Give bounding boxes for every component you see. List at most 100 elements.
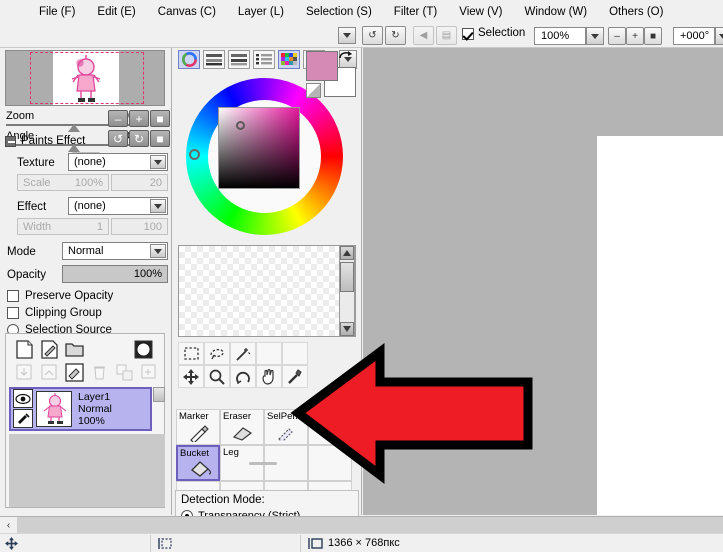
layer-mask-icon[interactable] <box>133 339 154 360</box>
scratch-pad[interactable] <box>178 245 356 337</box>
scroll-left-icon[interactable]: ‹ <box>0 517 17 533</box>
magic-wand-tool[interactable] <box>230 342 256 365</box>
selection-label: Selection <box>478 27 526 39</box>
brush-panel-grip[interactable] <box>249 462 277 465</box>
clear-layer-icon[interactable] <box>64 362 85 383</box>
navigator-preview[interactable] <box>5 50 165 106</box>
hand-tool[interactable] <box>256 365 282 388</box>
menu-layer[interactable]: Layer (L) <box>227 3 295 21</box>
rotate-tool[interactable] <box>230 365 256 388</box>
nav-zoom-in-button[interactable]: + <box>129 110 149 127</box>
zoom-dropdown-icon[interactable] <box>586 27 604 45</box>
nav-rotate-cw-button[interactable]: ↻ <box>129 130 149 147</box>
lasso-select-tool[interactable] <box>204 342 230 365</box>
brush-slot-8[interactable] <box>308 445 352 481</box>
merge-down-icon[interactable] <box>14 362 35 383</box>
swap-colors-icon[interactable] <box>338 49 354 63</box>
texture-dropdown-icon[interactable] <box>150 155 166 169</box>
zoom-reset-button[interactable]: ■ <box>644 27 662 45</box>
saturation-value-square[interactable] <box>218 107 300 189</box>
sv-marker[interactable] <box>236 121 245 130</box>
delete-layer-icon[interactable] <box>89 362 110 383</box>
scratch-scroll-down-icon[interactable] <box>340 322 354 336</box>
new-layer-icon[interactable] <box>14 339 35 360</box>
menu-window[interactable]: Window (W) <box>513 3 598 21</box>
zoom-in-button[interactable]: + <box>626 27 644 45</box>
reset-view-button[interactable]: ▤ <box>436 26 457 45</box>
zoom-value-field[interactable]: 100% <box>534 27 586 45</box>
undo-button[interactable]: ↺ <box>362 26 383 45</box>
menu-view[interactable]: View (V) <box>448 3 513 21</box>
scratch-pad-scrollbar[interactable] <box>339 245 355 337</box>
layer-thumbnail <box>36 391 72 427</box>
merge-visible-icon[interactable] <box>39 362 60 383</box>
paints-effect-collapse-icon[interactable] <box>5 136 16 147</box>
preserve-opacity-row[interactable]: Preserve Opacity <box>7 290 113 302</box>
menu-canvas[interactable]: Canvas (C) <box>147 3 227 21</box>
rect-select-tool[interactable] <box>178 342 204 365</box>
canvas-viewport[interactable] <box>363 48 723 515</box>
brush-marker[interactable]: Marker <box>176 409 220 445</box>
effect-width-field: Width 1 <box>17 218 109 235</box>
texture-label: Texture <box>17 157 55 169</box>
menu-others[interactable]: Others (O) <box>598 3 674 21</box>
layer-visibility-icon[interactable] <box>13 389 33 408</box>
brush-seleraser[interactable]: Sel <box>308 409 352 445</box>
swatches-mode-button[interactable] <box>278 50 300 69</box>
duplicate-layer-icon[interactable] <box>139 362 160 383</box>
nav-rotate-reset-button[interactable]: ■ <box>150 130 170 147</box>
layer-scroll-up-icon[interactable] <box>153 387 165 402</box>
scratch-scroll-up-icon[interactable] <box>340 246 354 260</box>
move-tool[interactable] <box>178 365 204 388</box>
preserve-opacity-checkbox[interactable] <box>7 290 19 302</box>
zoom-tool[interactable] <box>204 365 230 388</box>
redo-button[interactable]: ↻ <box>385 26 406 45</box>
zoom-slider-label: Zoom <box>6 110 35 122</box>
blend-mode-select[interactable]: Normal <box>62 242 168 260</box>
color-wheel-mode-button[interactable] <box>178 50 200 69</box>
nav-zoom-out-button[interactable]: – <box>108 110 128 127</box>
layer-list-empty-area <box>9 434 165 507</box>
canvas-page[interactable] <box>597 136 723 515</box>
brush-bucket[interactable]: Bucket <box>176 445 220 481</box>
menu-selection[interactable]: Selection (S) <box>295 3 383 21</box>
texture-select[interactable]: (none) <box>68 153 168 171</box>
layer-list-item[interactable]: Layer1 Normal 100% <box>9 387 152 431</box>
scratch-scroll-thumb[interactable] <box>340 262 354 292</box>
foreground-color-swatch[interactable] <box>306 51 338 81</box>
hsv-slider-mode-button[interactable] <box>228 50 250 69</box>
menu-filter[interactable]: Filter (T) <box>383 3 448 21</box>
transparent-color-swatch[interactable] <box>306 83 321 98</box>
horizontal-scrollbar[interactable]: ‹ <box>0 516 723 533</box>
selection-checkbox[interactable] <box>462 28 474 40</box>
blend-mode-dropdown-icon[interactable] <box>150 244 166 258</box>
new-linework-layer-icon[interactable] <box>39 339 60 360</box>
brush-eraser[interactable]: Eraser <box>220 409 264 445</box>
clipping-group-checkbox[interactable] <box>7 307 19 319</box>
brush-selpen[interactable]: SelPen <box>264 409 308 445</box>
color-list-mode-button[interactable] <box>253 50 275 69</box>
color-wheel[interactable] <box>186 78 343 235</box>
new-folder-icon[interactable] <box>64 339 85 360</box>
eyedropper-tool[interactable] <box>282 365 308 388</box>
menu-file[interactable]: File (F) <box>28 3 86 21</box>
zoom-out-button[interactable]: – <box>608 27 626 45</box>
tool-empty-2[interactable] <box>282 342 308 365</box>
angle-dropdown-icon[interactable] <box>715 27 723 45</box>
tool-empty-1[interactable] <box>256 342 282 365</box>
layer-name: Layer1 <box>78 391 111 403</box>
layer-lock-icon[interactable] <box>13 409 33 428</box>
angle-value-field[interactable]: +000° <box>673 27 715 45</box>
back-button[interactable]: ◀ <box>413 26 434 45</box>
nav-rotate-ccw-button[interactable]: ↺ <box>108 130 128 147</box>
nav-zoom-reset-button[interactable]: ■ <box>150 110 170 127</box>
effect-dropdown-icon[interactable] <box>150 199 166 213</box>
clipping-group-row[interactable]: Clipping Group <box>7 307 102 319</box>
hue-marker[interactable] <box>189 149 200 160</box>
opacity-slider[interactable]: 100% <box>62 265 168 283</box>
effect-select[interactable]: (none) <box>68 197 168 215</box>
transfer-icon[interactable] <box>114 362 135 383</box>
toolbar-dropdown-icon[interactable] <box>338 27 356 44</box>
rgb-slider-mode-button[interactable] <box>203 50 225 69</box>
menu-edit[interactable]: Edit (E) <box>86 3 146 21</box>
